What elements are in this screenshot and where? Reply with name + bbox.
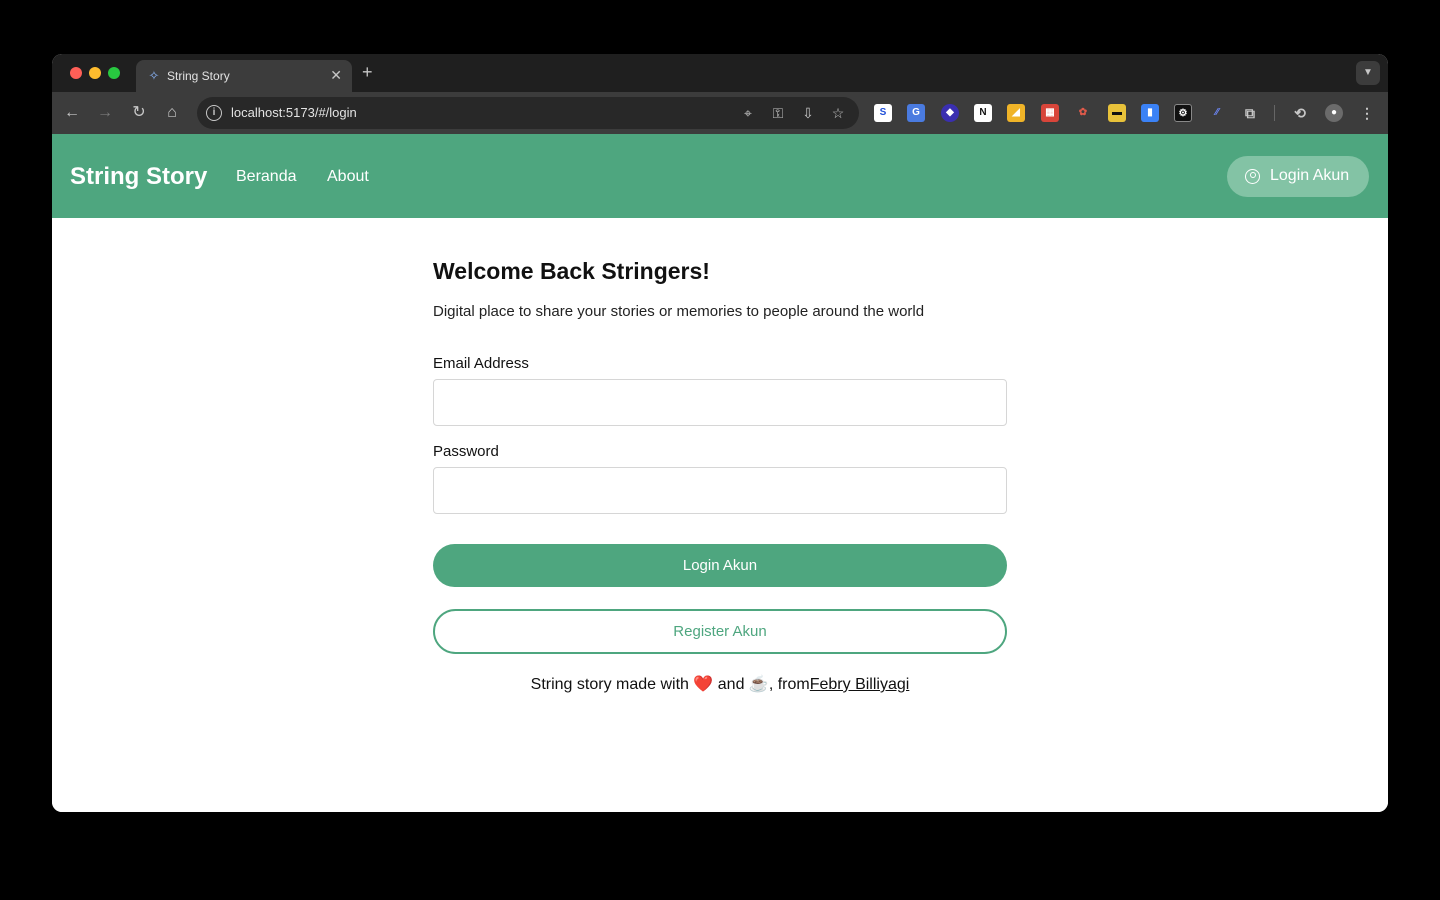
brand-logo[interactable]: String Story [70, 163, 207, 191]
tab-search-icon[interactable]: ▼ [1356, 61, 1380, 85]
extension-file-icon[interactable]: ▮ [1141, 104, 1159, 122]
extension-chart-icon[interactable]: ⁄⁄ [1208, 104, 1226, 122]
extension-color-icon[interactable]: ◢ [1007, 104, 1025, 122]
reload-icon[interactable]: ↻ [128, 102, 150, 124]
navbar-login-label: Login Akun [1270, 167, 1350, 184]
favicon-icon: ✧ [148, 68, 160, 83]
install-icon[interactable]: ⇩ [799, 104, 817, 122]
extension-dark-icon[interactable]: ⚙ [1174, 104, 1192, 122]
extension-bug-icon[interactable]: ✿ [1074, 104, 1092, 122]
login-button[interactable]: Login Akun [433, 544, 1007, 587]
bookmark-star-icon[interactable]: ☆ [829, 104, 847, 122]
extension-hexagon-icon[interactable]: ◆ [941, 104, 959, 122]
footer-prefix: String story made with [530, 676, 689, 693]
email-label: Email Address [433, 355, 529, 372]
page-subtitle: Digital place to share your stories or m… [433, 303, 925, 320]
extension-red-icon[interactable]: ▦ [1041, 104, 1059, 122]
footer-from: , from [768, 676, 810, 693]
window-minimize-button[interactable] [89, 67, 101, 79]
forward-icon[interactable]: → [94, 102, 116, 124]
register-button[interactable]: Register Akun [433, 609, 1007, 654]
toolbar-divider [1274, 105, 1275, 121]
tab-strip: ✧ String Story ✕ + ▼ [52, 54, 1388, 92]
password-field[interactable] [433, 467, 1007, 514]
heart-icon: ❤️ [693, 676, 714, 693]
password-label: Password [433, 443, 499, 460]
browser-tab[interactable]: ✧ String Story ✕ [136, 60, 352, 92]
profile-avatar[interactable]: ● [1325, 104, 1343, 122]
browser-toolbar: ← → ↻ ⌂ i localhost:5173/#/login ⌖ ⚿ ⇩ ☆… [52, 92, 1388, 134]
window-close-button[interactable] [70, 67, 82, 79]
tab-close-icon[interactable]: ✕ [330, 67, 342, 84]
address-bar[interactable]: i localhost:5173/#/login ⌖ ⚿ ⇩ ☆ [197, 97, 859, 129]
extension-s-icon[interactable]: S [874, 104, 892, 122]
key-icon[interactable]: ⚿ [769, 104, 787, 122]
sync-icon[interactable]: ⟲ [1291, 104, 1309, 122]
page-content: String Story Beranda About Login Akun We… [52, 134, 1388, 812]
app-navbar: String Story Beranda About Login Akun [52, 134, 1388, 218]
home-icon[interactable]: ⌂ [161, 102, 183, 124]
navbar-login-button[interactable]: Login Akun [1227, 156, 1369, 197]
author-link[interactable]: Febry Billiyagi [810, 676, 910, 693]
extension-translate-icon[interactable]: G [907, 104, 925, 122]
site-info-icon[interactable]: i [206, 105, 222, 121]
window-maximize-button[interactable] [108, 67, 120, 79]
kebab-menu-icon[interactable]: ⋮ [1358, 104, 1376, 122]
page-footer: String story made with ❤️ and ☕, fromFeb… [52, 674, 1388, 694]
user-circle-icon [1245, 169, 1260, 184]
nav-link-about[interactable]: About [327, 168, 369, 186]
location-icon[interactable]: ⌖ [739, 104, 757, 122]
browser-window: ✧ String Story ✕ + ▼ ← → ↻ ⌂ i localhost… [52, 54, 1388, 812]
extension-notion-icon[interactable]: N [974, 104, 992, 122]
footer-and: and [717, 676, 745, 693]
tab-title: String Story [167, 69, 230, 83]
extension-yellow-icon[interactable]: ▬ [1108, 104, 1126, 122]
email-field[interactable] [433, 379, 1007, 426]
page-title: Welcome Back Stringers! [433, 258, 710, 284]
nav-link-beranda[interactable]: Beranda [236, 168, 297, 186]
url-text[interactable]: localhost:5173/#/login [231, 105, 357, 120]
extensions-puzzle-icon[interactable]: ⧉ [1241, 104, 1259, 122]
coffee-icon: ☕ [748, 676, 769, 693]
new-tab-button[interactable]: + [362, 62, 373, 83]
back-icon[interactable]: ← [61, 102, 83, 124]
